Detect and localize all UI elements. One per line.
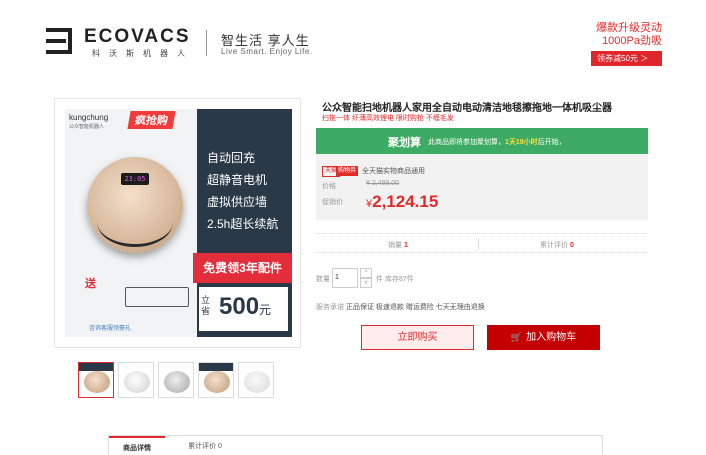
stats-bar: 销量 1 累计评价 0 [316, 233, 648, 253]
thumbnail-5[interactable] [238, 362, 274, 398]
site-header: ECOVACS 科沃斯机器人 智生活 享人生 Live Smart. Enjoy… [0, 0, 706, 78]
quantity-input[interactable]: 1 [332, 268, 358, 288]
promo-price-label: 促销价 [322, 199, 343, 206]
logo-text[interactable]: ECOVACS [84, 26, 191, 48]
robot-vacuum-image: 23:05 [87, 157, 183, 253]
price-box: 天猫 购物券 全天猫实物商品通用 价格 ¥ 2,499.00 促销价 ¥2,12… [316, 154, 648, 220]
juhuasuan-note-pre: 此商品即将参加聚划算， [428, 139, 505, 146]
sales-label: 销量 [388, 242, 402, 249]
reviews-stat[interactable]: 累计评价 0 [540, 240, 574, 250]
robot-rim [97, 197, 173, 247]
original-price: ¥ 2,499.00 [366, 180, 400, 187]
savings-box: 立省 500元 [199, 287, 288, 331]
header-divider [206, 30, 207, 56]
quantity-increase-button[interactable]: ^ [360, 268, 372, 278]
thumb-header [199, 363, 233, 371]
header-promo[interactable]: 爆款升级灵动 1000Pa劲吸 领券减50元 ＞ [591, 22, 662, 66]
rush-badge: 疯抢购 [127, 111, 176, 129]
savings-value: 500 [219, 293, 260, 320]
promo-price: ¥2,124.15 [366, 192, 438, 212]
thumbnail-2[interactable] [118, 362, 154, 398]
promo-line-1: 爆款升级灵动 [596, 22, 662, 34]
thumb-robot [164, 371, 190, 393]
image-footer-note: 咨询客服领豪礼 [89, 326, 132, 332]
coupon-button[interactable]: 领券减50元 ＞ [591, 51, 662, 66]
accessory-image [125, 287, 189, 307]
detail-tabs: 商品详情 累计评价 0 [108, 435, 603, 455]
feature-4: 2.5h超长续航 [207, 217, 279, 231]
thumb-header [79, 363, 113, 371]
slogan-en: Live Smart. Enjoy Life. [221, 47, 313, 56]
quantity-decrease-button[interactable]: v [360, 278, 372, 288]
add-to-cart-button[interactable]: 🛒 加入购物车 [487, 325, 600, 350]
juhuasuan-banner: 聚划算 此商品即将参加聚划算，1天19小时后开始， [316, 128, 648, 154]
price-label: 价格 [322, 183, 336, 190]
service-items[interactable]: 正品保证 极速退款 赠运费险 七天无理由退换 [346, 304, 485, 311]
logo-subtitle: 科沃斯机器人 [92, 49, 194, 58]
juhuasuan-countdown: 1天19小时 [505, 139, 538, 146]
sales-value: 1 [403, 242, 408, 249]
service-promise: 服务承诺 正品保证 极速退款 赠运费险 七天无理由退换 [316, 302, 485, 312]
thumb-robot [124, 371, 150, 393]
service-label: 服务承诺 [316, 304, 344, 311]
voucher-note: 全天猫实物商品通用 [362, 168, 425, 175]
cart-icon: 🛒 [510, 332, 523, 342]
juhuasuan-note-post: 后开始， [537, 139, 566, 146]
stats-divider [478, 239, 479, 249]
savings-unit: 元 [259, 303, 272, 317]
reviews-label: 累计评价 [540, 242, 568, 249]
buy-now-button[interactable]: 立即购买 [361, 325, 474, 350]
thumb-robot [84, 371, 110, 393]
add-to-cart-label: 加入购物车 [526, 332, 577, 343]
thumbnail-3[interactable] [158, 362, 194, 398]
thumbnail-strip [78, 362, 278, 398]
juhuasuan-note: 此商品即将参加聚划算，1天19小时后开始， [428, 137, 566, 147]
juhuasuan-title: 聚划算 [388, 137, 421, 149]
voucher-tag: 购物券 [336, 166, 359, 176]
image-brand: kungchung [69, 113, 109, 122]
robot-display: 23:05 [121, 173, 149, 185]
ecovacs-logo-icon[interactable] [46, 28, 74, 54]
main-product-image[interactable]: kungchung 公众智能机器人 疯抢购 23:05 送 咨询客服领豪礼 自动… [54, 98, 301, 348]
gift-label: 送 [85, 278, 96, 290]
quantity-label: 数量 [316, 276, 330, 283]
product-image-canvas: kungchung 公众智能机器人 疯抢购 23:05 送 咨询客服领豪礼 自动… [65, 109, 292, 337]
savings-tag: 立省 [201, 295, 211, 316]
thumb-robot [244, 371, 270, 393]
free-accessories-banner: 免费领3年配件 [193, 253, 292, 283]
reviews-value: 0 [569, 242, 574, 249]
sales-stat: 销量 1 [388, 240, 408, 250]
savings-amount: 500元 [219, 293, 271, 321]
feature-2: 超静音电机 [207, 173, 268, 187]
thumbnail-4[interactable] [198, 362, 234, 398]
product-title: 公众智能扫地机器人家用全自动电动清洁地毯擦拖地一体机吸尘器 [322, 103, 612, 114]
thumbnail-1[interactable] [78, 362, 114, 398]
promo-price-value: 2,124.15 [372, 192, 439, 211]
image-brand-sub: 公众智能机器人 [69, 124, 105, 130]
tab-product-details[interactable]: 商品详情 [109, 436, 165, 455]
promo-line-2: 1000Pa劲吸 [602, 35, 662, 47]
thumb-robot [204, 371, 230, 393]
feature-3: 虚拟供应墙 [207, 195, 268, 209]
tab-reviews[interactable]: 累计评价 0 [175, 436, 235, 455]
feature-1: 自动回充 [207, 151, 256, 165]
product-subtitle: 扫拖一体 纤薄高效锂电 限时购抢 不缠毛发 [322, 115, 454, 122]
stock-text: 件 库存87件 [376, 276, 414, 283]
